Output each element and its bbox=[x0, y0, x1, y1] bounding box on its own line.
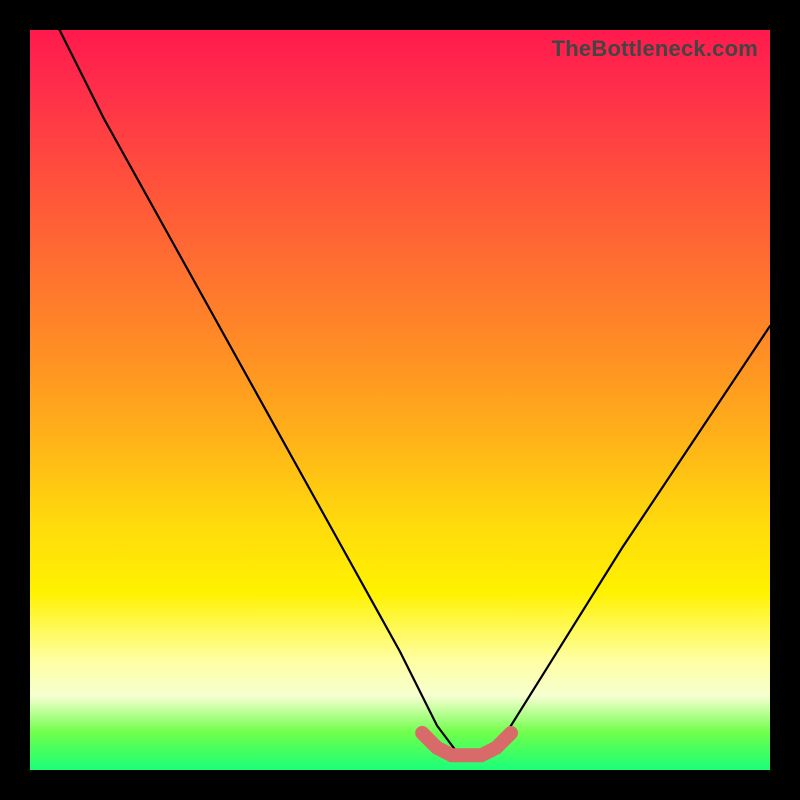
curve-layer bbox=[30, 30, 770, 770]
bottleneck-curve-path bbox=[60, 30, 770, 755]
chart-frame: TheBottleneck.com bbox=[0, 0, 800, 800]
optimal-range-highlight bbox=[422, 733, 511, 755]
plot-area: TheBottleneck.com bbox=[30, 30, 770, 770]
